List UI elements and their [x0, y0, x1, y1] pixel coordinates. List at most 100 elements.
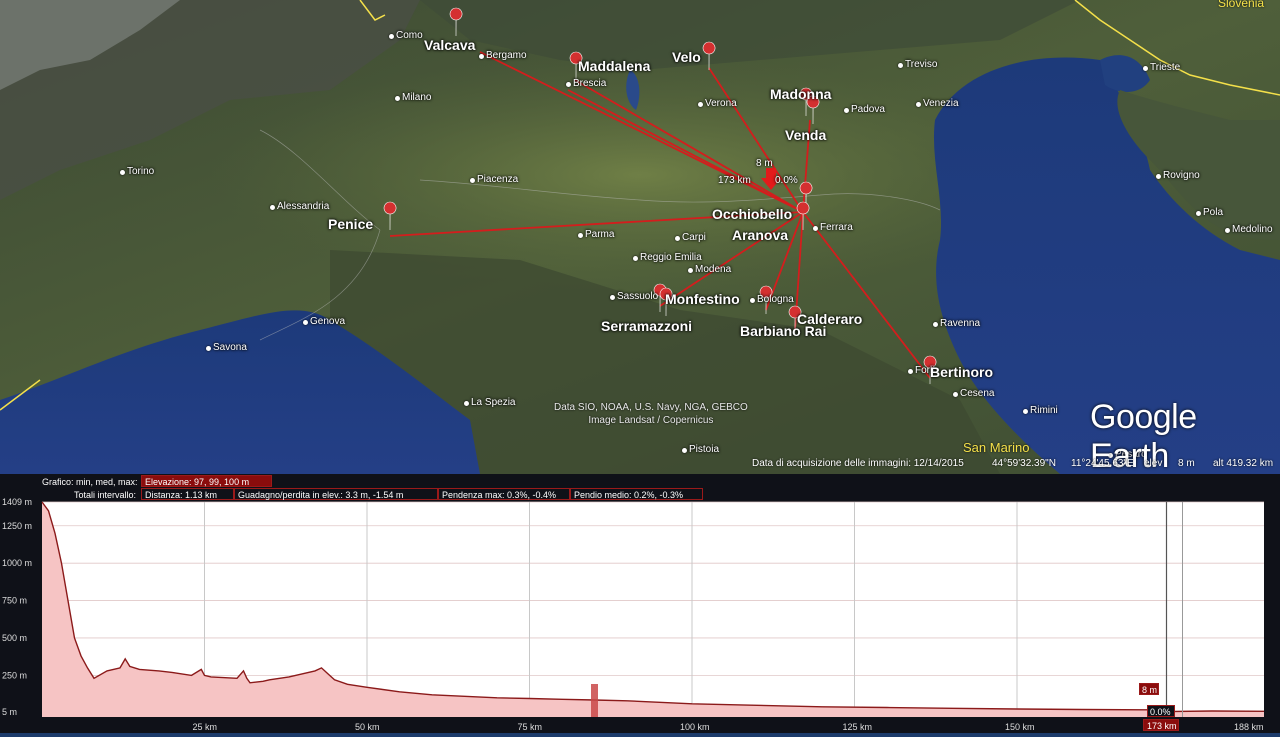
city-dot	[303, 320, 308, 325]
city-dot	[464, 401, 469, 406]
imagery-credits: Data SIO, NOAA, U.S. Navy, NGA, GEBCO Im…	[554, 401, 748, 427]
city-dot	[206, 346, 211, 351]
altitude: alt 419.32 km	[1213, 458, 1274, 469]
x-tick-label: 25 km	[193, 722, 218, 732]
bottom-strip	[0, 733, 1280, 737]
city-dot	[682, 448, 687, 453]
city-dot	[908, 369, 913, 374]
city-label: Ravenna	[940, 318, 981, 329]
route-label-serramazzoni[interactable]: Serramazzoni	[601, 318, 692, 334]
city-dot	[844, 108, 849, 113]
city-dot	[1143, 66, 1148, 71]
elev-value: 8 m	[1178, 458, 1195, 469]
city-label: Alessandria	[277, 201, 330, 212]
x-tick-label: 150 km	[1005, 722, 1035, 732]
city-label: Verona	[705, 98, 737, 109]
city-label: Carpi	[682, 232, 706, 243]
x-tick-label: 75 km	[518, 722, 543, 732]
longitude: 11°24'45.63"E	[1071, 458, 1134, 469]
city-label: Rimini	[1030, 405, 1058, 416]
city-dot	[1196, 211, 1201, 216]
route-label-valcava[interactable]: Valcava	[424, 37, 475, 53]
city-label: Padova	[851, 104, 885, 115]
city-label: La Spezia	[471, 397, 516, 408]
x-tick-label: 125 km	[843, 722, 873, 732]
route-label-madonna[interactable]: Madonna	[770, 86, 831, 102]
city-label: Parma	[585, 229, 615, 240]
city-label: Treviso	[905, 59, 938, 70]
city-label: Savona	[213, 342, 247, 353]
map-view[interactable]: Como Bergamo Brescia Verona Treviso Padova Ven…	[0, 0, 1280, 474]
route-label-occhiobello[interactable]: Occhiobello	[712, 206, 792, 222]
y-tick-label: 250 m	[2, 670, 27, 680]
city-dot	[698, 102, 703, 107]
y-tick-label: 1000 m	[2, 558, 32, 568]
city-dot	[916, 102, 921, 107]
city-label: Torino	[127, 166, 155, 177]
city-label: Sassuolo	[617, 291, 659, 302]
route-label-barbiano-rai[interactable]: Barbiano Rai	[740, 323, 826, 339]
city-label: Como	[396, 30, 423, 41]
elev-label: elev	[1144, 458, 1163, 469]
city-label: Piacenza	[477, 174, 519, 185]
popup-elevation: 8 m	[756, 158, 773, 169]
city-label: Reggio Emilia	[640, 252, 702, 263]
city-dot	[610, 295, 615, 300]
y-axis: 1409 m 1250 m 1000 m 750 m 500 m 250 m 5 m	[2, 497, 32, 717]
city-label: Trieste	[1150, 62, 1181, 73]
city-dot	[813, 226, 818, 231]
imagery-date: Data di acquisizione delle immagini: 12/…	[752, 458, 964, 469]
route-label-aranova[interactable]: Aranova	[732, 227, 788, 243]
city-dot	[933, 322, 938, 327]
route-label-velo[interactable]: Velo	[672, 49, 701, 65]
y-tick-label: 1250 m	[2, 521, 32, 531]
x-axis: 25 km 50 km 75 km 100 km 125 km 150 km 188 km	[193, 722, 1264, 732]
route-label-monfestino[interactable]: Monfestino	[665, 291, 740, 307]
city-dot	[270, 205, 275, 210]
city-label: Rovigno	[1163, 170, 1200, 181]
credit-line: Image Landsat / Copernicus	[588, 415, 714, 426]
y-tick-label: 1409 m	[2, 497, 32, 507]
cursor-slope-tag: 0.0%	[1147, 705, 1175, 717]
route-label-penice[interactable]: Penice	[328, 216, 373, 232]
city-dot	[1225, 228, 1230, 233]
popup-distance: 173 km	[718, 175, 751, 186]
city-dot	[120, 170, 125, 175]
y-tick-label: 750 m	[2, 596, 27, 606]
region-label: San Marino	[963, 440, 1030, 455]
city-dot	[750, 298, 755, 303]
city-label: Pola	[1203, 207, 1224, 218]
y-tick-label: 500 m	[2, 633, 27, 643]
city-dot	[479, 54, 484, 59]
route-label-venda[interactable]: Venda	[785, 127, 826, 143]
city-dot	[953, 392, 958, 397]
city-label: Brescia	[573, 78, 607, 89]
country-label: Slovenia	[1218, 0, 1265, 10]
popup-slope: 0.0%	[775, 175, 798, 186]
city-dot	[1156, 174, 1161, 179]
city-dot	[675, 236, 680, 241]
city-dot	[578, 233, 583, 238]
city-label: Genova	[310, 316, 346, 327]
cursor-distance-tag: 173 km	[1143, 719, 1179, 731]
city-label: Medolino	[1232, 224, 1273, 235]
route-label-bertinoro[interactable]: Bertinoro	[930, 364, 993, 380]
x-tick-label: 50 km	[355, 722, 380, 732]
city-label: Modena	[695, 264, 732, 275]
elevation-chart[interactable]: 1409 m 1250 m 1000 m 750 m 500 m 250 m 5 m 25 …	[0, 474, 1280, 737]
elevation-profile-panel[interactable]: Grafico: min, med, max: Elevazione: 97, …	[0, 474, 1280, 737]
city-dot	[898, 63, 903, 68]
credit-line: Data SIO, NOAA, U.S. Navy, NGA, GEBCO	[554, 402, 748, 413]
cursor-elevation-tag: 8 m	[1139, 683, 1159, 695]
city-dot	[470, 178, 475, 183]
city-label: Ferrara	[820, 222, 853, 233]
city-label: Cesena	[960, 388, 995, 399]
city-dot	[566, 82, 571, 87]
route-label-maddalena[interactable]: Maddalena	[578, 58, 650, 74]
x-tick-label: 188 km	[1234, 722, 1264, 732]
city-label: Venezia	[923, 98, 959, 109]
selected-segment[interactable]	[591, 684, 598, 717]
city-dot	[688, 268, 693, 273]
city-dot	[389, 34, 394, 39]
city-dot	[1023, 409, 1028, 414]
